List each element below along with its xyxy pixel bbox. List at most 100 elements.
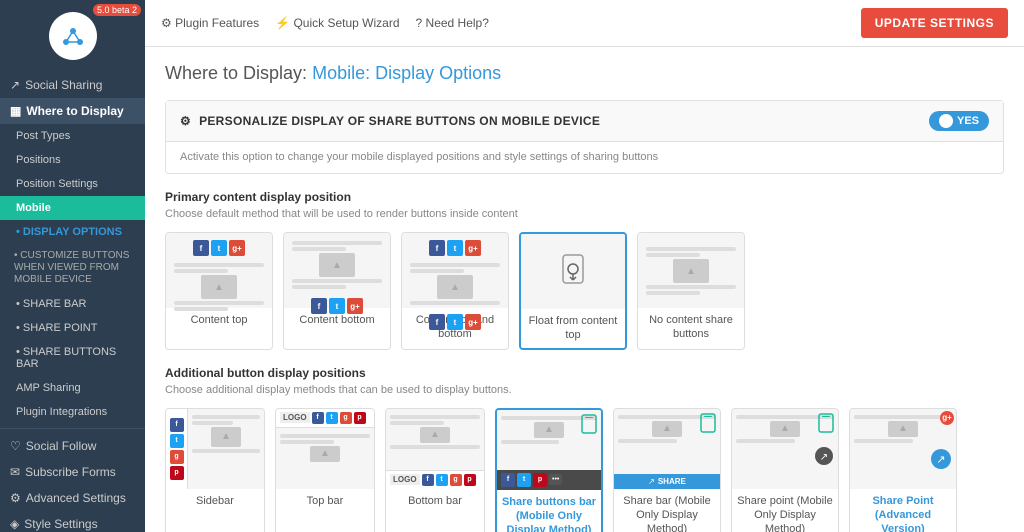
sidebar-item-advanced-settings[interactable]: ⚙ Advanced Settings xyxy=(0,485,145,511)
personalize-desc: Activate this option to change your mobi… xyxy=(180,151,658,163)
card-content-bottom[interactable]: f t g+ Content bottom xyxy=(283,232,391,350)
card-label-topbar: Top bar xyxy=(276,489,374,513)
sidebar-item-style-settings[interactable]: ◈ Style Settings xyxy=(0,511,145,532)
sidebar-item-display-options[interactable]: • DISPLAY OPTIONS xyxy=(0,220,145,244)
card-bottom-bar[interactable]: LOGO f t g p Bottom bar xyxy=(385,408,485,532)
personalize-icon: ⚙ xyxy=(180,114,191,128)
logo-circle xyxy=(49,12,97,60)
gp-btn: g+ xyxy=(465,240,481,256)
card-label-none: No content share buttons xyxy=(638,308,744,347)
plugin-features-icon: ⚙ xyxy=(161,16,172,30)
sidebar-item-post-types[interactable]: Post Types xyxy=(0,124,145,148)
card-img-topbar: LOGO f t g p xyxy=(276,409,374,489)
main-area: ⚙ Plugin Features ⚡ Quick Setup Wizard ?… xyxy=(145,0,1024,532)
card-img-share-point-mobile: ↗ xyxy=(732,409,838,489)
card-img-share-btns-bar: f t p ••• xyxy=(497,410,601,490)
additional-desc: Choose additional display methods that c… xyxy=(165,384,1004,396)
fb-btn: f xyxy=(193,240,209,256)
card-label-share-point-mobile: Share point (Mobile Only Display Method) xyxy=(732,489,838,532)
card-img-content-top-bottom: f t g+ f t g+ xyxy=(402,233,508,308)
card-sidebar[interactable]: f t g p Sidebar xyxy=(165,408,265,532)
share-icon: ↗ xyxy=(10,78,20,92)
quick-setup-link[interactable]: ⚡ Quick Setup Wizard xyxy=(275,16,399,30)
sidebar-item-customize-mobile[interactable]: • CUSTOMIZE BUTTONS WHEN VIEWED FROM MOB… xyxy=(0,244,145,292)
sidebar-logo: 5.0 beta 2 xyxy=(0,0,145,72)
sidebar-item-subscribe-forms[interactable]: ✉ Subscribe Forms xyxy=(0,459,145,485)
card-img-content-bottom: f t g+ xyxy=(284,233,390,308)
card-img-content-top: f t g+ xyxy=(166,233,272,308)
lightning-icon: ⚡ xyxy=(275,16,290,30)
additional-subtitle: Additional button display positions xyxy=(165,366,1004,380)
gp-btn: g+ xyxy=(347,298,363,314)
primary-section: Primary content display position Choose … xyxy=(165,190,1004,350)
topbar-links: ⚙ Plugin Features ⚡ Quick Setup Wizard ?… xyxy=(161,16,489,30)
additional-section: Additional button display positions Choo… xyxy=(165,366,1004,532)
svg-text:↗: ↗ xyxy=(936,454,945,466)
personalize-toggle[interactable]: YES xyxy=(929,111,989,131)
card-content-top[interactable]: f t g+ Content top xyxy=(165,232,273,350)
fb-btn: f xyxy=(311,298,327,314)
card-share-point-advanced[interactable]: Share Point (Advanced Version) g+ xyxy=(849,408,957,532)
sidebar-item-share-point[interactable]: • SHARE POINT xyxy=(0,316,145,340)
card-content-top-bottom[interactable]: f t g+ f t g+ xyxy=(401,232,509,350)
card-share-buttons-bar[interactable]: f t p ••• Share buttons bar (Mobile Only… xyxy=(495,408,603,532)
sidebar-item-social-sharing[interactable]: ↗ Social Sharing xyxy=(0,72,145,98)
page-title: Where to Display: Mobile: Display Option… xyxy=(165,63,1004,84)
card-share-bar-mobile[interactable]: ↗ SHARE Share bar (Mobile Only Display M… xyxy=(613,408,721,532)
card-label-float: Float from content top xyxy=(521,309,625,348)
personalize-title: PERSONALIZE DISPLAY OF SHARE BUTTONS ON … xyxy=(199,114,600,128)
card-top-bar[interactable]: LOGO f t g p Top bar xyxy=(275,408,375,532)
card-img-float xyxy=(521,234,625,309)
update-settings-button[interactable]: UPDATE SETTINGS xyxy=(861,8,1008,38)
need-help-link[interactable]: ? Need Help? xyxy=(416,16,489,30)
toggle-circle xyxy=(939,114,953,128)
card-label-share-btns-bar: Share buttons bar (Mobile Only Display M… xyxy=(497,490,601,532)
card-label-bottombar: Bottom bar xyxy=(386,489,484,513)
card-float-content[interactable]: Float from content top xyxy=(519,232,627,350)
card-img-share-bar-mobile: ↗ SHARE xyxy=(614,409,720,489)
card-img-bottombar: LOGO f t g p xyxy=(386,409,484,489)
primary-desc: Choose default method that will be used … xyxy=(165,208,1004,220)
help-icon: ? xyxy=(416,16,423,30)
topbar: ⚙ Plugin Features ⚡ Quick Setup Wizard ?… xyxy=(145,0,1024,47)
personalize-section: ⚙ PERSONALIZE DISPLAY OF SHARE BUTTONS O… xyxy=(165,100,1004,174)
sidebar-item-where-to-display[interactable]: ▦ Where to Display xyxy=(0,98,145,124)
sidebar-item-amp-sharing[interactable]: AMP Sharing xyxy=(0,376,145,400)
card-img-share-point-adv: g+ ↗ xyxy=(850,409,956,489)
sidebar-item-social-follow[interactable]: ♡ Social Follow xyxy=(0,433,145,459)
tw-btn: t xyxy=(447,240,463,256)
gp-btn: g+ xyxy=(465,314,481,330)
float-icon xyxy=(555,251,591,293)
card-img-sidebar: f t g p xyxy=(166,409,264,489)
sidebar-item-share-bar[interactable]: • SHARE BAR xyxy=(0,292,145,316)
sidebar-item-share-buttons-bar[interactable]: • SHARE BUTTONS BAR xyxy=(0,340,145,376)
plugin-features-link[interactable]: ⚙ Plugin Features xyxy=(161,16,259,30)
gp-btn: g+ xyxy=(229,240,245,256)
tw-btn: t xyxy=(329,298,345,314)
fb-btn: f xyxy=(429,314,445,330)
svg-text:↗: ↗ xyxy=(820,452,828,463)
sidebar-item-position-settings[interactable]: Position Settings xyxy=(0,172,145,196)
advanced-icon: ⚙ xyxy=(10,491,21,505)
card-label-sidebar: Sidebar xyxy=(166,489,264,513)
version-badge: 5.0 beta 2 xyxy=(93,4,141,16)
sidebar-item-positions[interactable]: Positions xyxy=(0,148,145,172)
content-area: Where to Display: Mobile: Display Option… xyxy=(145,47,1024,532)
primary-cards: f t g+ Content top xyxy=(165,232,1004,350)
personalize-body: Activate this option to change your mobi… xyxy=(166,142,1003,173)
fb-btn: f xyxy=(429,240,445,256)
sidebar-item-mobile[interactable]: Mobile xyxy=(0,196,145,220)
tw-btn: t xyxy=(447,314,463,330)
card-share-point-mobile[interactable]: ↗ Share point (Mobile Only Display Metho… xyxy=(731,408,839,532)
card-no-content[interactable]: No content share buttons xyxy=(637,232,745,350)
sidebar-item-plugin-integrations[interactable]: Plugin Integrations xyxy=(0,400,145,424)
mail-icon: ✉ xyxy=(10,465,20,479)
heart-icon: ♡ xyxy=(10,439,21,453)
divider-1 xyxy=(0,428,145,429)
grid-icon: ▦ xyxy=(10,104,21,118)
card-label-share-point-advanced: Share Point (Advanced Version) xyxy=(850,489,956,532)
style-icon: ◈ xyxy=(10,517,19,531)
sidebar: 5.0 beta 2 ↗ Social Sharing ▦ Where to D… xyxy=(0,0,145,532)
additional-cards: f t g p Sidebar xyxy=(165,408,1004,532)
primary-subtitle: Primary content display position xyxy=(165,190,1004,204)
